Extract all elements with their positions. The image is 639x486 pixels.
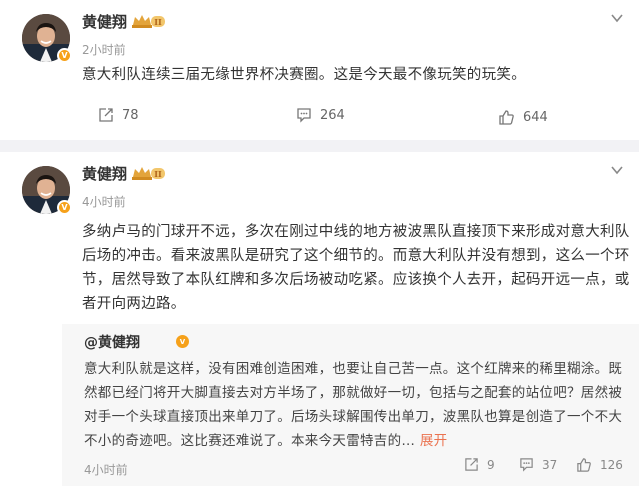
post-time[interactable]: 4小时前 <box>82 193 126 210</box>
repost-count: 9 <box>487 457 495 472</box>
repost-author[interactable]: @黄健翔 <box>84 332 140 352</box>
repost-count: 78 <box>122 107 139 123</box>
author-name[interactable]: 黄健翔 <box>82 11 127 32</box>
comment-button[interactable]: 37 <box>519 457 557 472</box>
repost-icon <box>99 108 113 122</box>
verified-v-icon: V <box>176 335 189 348</box>
post-card: V 黄健翔 II 2小时前 意大利队连续三届无缘世界杯决赛圈。这是今天最不像玩笑… <box>0 0 639 140</box>
svg-text:II: II <box>154 17 162 27</box>
comment-count: 37 <box>542 457 558 472</box>
like-icon <box>499 110 514 125</box>
repost-ellipsis: … <box>401 433 416 449</box>
author-name[interactable]: 黄健翔 <box>82 163 127 184</box>
like-icon <box>577 458 591 472</box>
like-button[interactable]: 644 <box>498 109 548 126</box>
post-text: 意大利队连续三届无缘世界杯决赛圈。这是今天最不像玩笑的玩笑。 <box>82 67 526 83</box>
like-count: 126 <box>600 458 623 472</box>
comment-icon <box>297 108 311 123</box>
post-card: V 黄健翔 II 4小时前 多纳卢马的门球开不远，多次在刚过中线的地方被波黑队直… <box>0 152 639 486</box>
repost-icon <box>465 458 478 471</box>
repost-button[interactable]: 78 <box>98 107 139 123</box>
repost-text: 意大利队就是这样，没有困难创造困难，也要让自己苦一点。这个红牌来的稀里糊涂。既然… <box>84 357 629 453</box>
repost-time[interactable]: 4小时前 <box>84 461 128 478</box>
post-actions: 78 264 644 <box>0 104 639 128</box>
repost-body: 意大利队就是这样，没有困难创造困难，也要让自己苦一点。这个红牌来的稀里糊涂。既然… <box>84 361 623 449</box>
crown-level-icon: II <box>132 167 165 180</box>
comment-count: 264 <box>320 107 345 123</box>
post-time[interactable]: 2小时前 <box>82 41 126 58</box>
post-divider <box>0 140 639 152</box>
post-text: 多纳卢马的门球开不远，多次在刚过中线的地方被波黑队直接顶下来形成对意大利队后场的… <box>82 224 630 312</box>
chevron-down-icon[interactable] <box>610 163 624 177</box>
comment-button[interactable]: 264 <box>296 107 345 123</box>
chevron-down-icon[interactable] <box>610 11 624 25</box>
repost-card[interactable]: @黄健翔 V 意大利队就是这样，没有困难创造困难，也要让自己苦一点。这个红牌来的… <box>62 324 639 486</box>
like-count: 644 <box>523 110 548 125</box>
comment-icon <box>520 458 533 472</box>
repost-button[interactable]: 9 <box>464 457 495 472</box>
verified-v-icon: V <box>57 200 72 215</box>
crown-level-icon: II <box>132 15 165 28</box>
expand-link[interactable]: 展开 <box>420 433 448 449</box>
svg-text:II: II <box>154 169 162 179</box>
verified-v-icon: V <box>57 48 72 63</box>
like-button[interactable]: 126 <box>576 457 623 473</box>
